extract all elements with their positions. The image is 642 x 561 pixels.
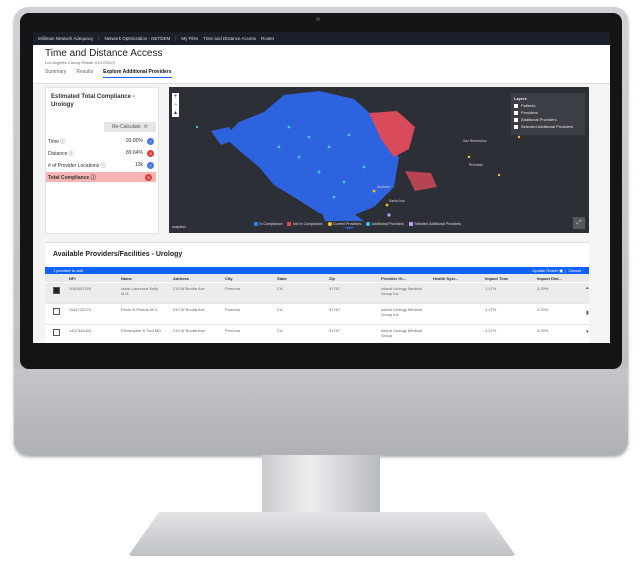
compliance-title: Estimated Total Compliance - Urology xyxy=(51,94,135,108)
row-checkbox[interactable] xyxy=(53,308,60,315)
status-fail-icon: ✕ xyxy=(147,149,154,157)
brand-name: Milliman Network Adequacy xyxy=(38,36,94,41)
map-city-label: Anaheim xyxy=(377,185,391,189)
column-header-city[interactable]: City xyxy=(225,276,233,281)
tab-summary[interactable]: Summary xyxy=(45,69,66,78)
metric-total-compliance: Total Compliance ⓘ ✕ xyxy=(46,172,156,182)
table-row[interactable]: 1154732070 Elmer B Pineda M.D. 210 W Bon… xyxy=(45,304,589,325)
legend-item: Not In Compliance xyxy=(287,222,323,226)
status-fail-icon: ✕ xyxy=(145,173,152,181)
refresh-icon: ⟳ xyxy=(143,124,149,130)
compass-icon[interactable]: ▴ xyxy=(172,109,179,117)
column-header-npi[interactable]: NPI xyxy=(69,276,76,281)
column-header-address[interactable]: Address xyxy=(173,276,189,281)
layer-toggle-providers[interactable]: Providers xyxy=(514,110,582,115)
info-icon[interactable]: ⓘ xyxy=(101,163,106,169)
coverage-map[interactable]: + − ▴ San Bernardino Anaheim Riverside S… xyxy=(169,87,589,233)
checkbox-icon xyxy=(514,110,518,115)
update-roster-button[interactable]: Update Roster ▣ xyxy=(532,268,563,273)
monitor-stand-neck xyxy=(262,455,380,519)
monitor-stand-base xyxy=(128,512,516,556)
fullscreen-icon[interactable]: ⤢ xyxy=(573,217,585,229)
legend-item: Additional Providers xyxy=(366,222,404,226)
info-icon[interactable]: ⓘ xyxy=(91,175,96,181)
page-subtitle: Los Angeles County Roster 01/17/2023 xyxy=(45,60,115,65)
metric-provider-locations: # of Provider Locations ⓘ 13k ✓ xyxy=(48,161,154,169)
nav-time-distance[interactable]: Time and Distance Access xyxy=(203,36,256,41)
selection-bar: 1 provider to add Update Roster ▣ | Canc… xyxy=(45,267,589,274)
mapbox-logo[interactable]: mapbox xyxy=(172,224,186,229)
scroll-down-icon[interactable]: ▾ xyxy=(586,329,590,335)
zoom-controls: + − ▴ xyxy=(172,93,179,117)
map-city-label: San Bernardino xyxy=(463,139,487,143)
column-header-provider-group[interactable]: Provider Gr... xyxy=(381,276,406,281)
selection-count: 1 provider to add xyxy=(53,268,84,273)
layer-toggle-selected-additional[interactable]: Selected Additional Providers xyxy=(514,124,582,129)
top-navigation: Milliman Network Adequacy | Network Opti… xyxy=(33,32,610,45)
page-title: Time and Distance Access xyxy=(45,48,163,59)
row-checkbox[interactable] xyxy=(53,329,60,336)
recalculate-button[interactable]: Re-Calculate ⟳ xyxy=(104,122,156,132)
table-header: NPI Name Address City State Zip Provider… xyxy=(45,274,589,282)
legend-item: In Compliance xyxy=(254,222,282,226)
column-header-state[interactable]: State xyxy=(277,276,287,281)
metric-time: Time ⓘ 93.80% ✓ xyxy=(48,137,154,145)
page-header: Time and Distance Access Los Angeles Cou… xyxy=(33,45,610,84)
column-header-impact-time[interactable]: Impact Time xyxy=(485,276,508,281)
nav-roster[interactable]: Roster xyxy=(261,36,274,41)
map-legend: In Compliance Not In Compliance Current … xyxy=(251,221,464,227)
providers-table-panel: Available Providers/Facilities - Urology… xyxy=(45,242,589,343)
tab-results[interactable]: Results xyxy=(76,69,93,78)
table-row[interactable]: 1083057520 Isaac Laurence Kelly M.D. 210… xyxy=(45,283,589,304)
layers-panel: Layers Patients Providers Additional Pro… xyxy=(511,93,585,135)
map-city-label: Riverside xyxy=(469,163,484,167)
map-city-label: Santa Ana xyxy=(389,199,405,203)
scrollbar-thumb[interactable]: ▮ xyxy=(586,310,590,316)
legend-item: Current Providers xyxy=(327,222,361,226)
scroll-up-icon[interactable]: ▴ xyxy=(586,285,590,291)
zoom-out-button[interactable]: − xyxy=(172,101,179,109)
row-checkbox[interactable] xyxy=(53,287,60,294)
save-icon: ▣ xyxy=(559,268,564,273)
layers-title: Layers xyxy=(514,96,527,101)
column-header-impact-distance[interactable]: Impact Dist... xyxy=(537,276,562,281)
legend-item: Selected Additional Providers xyxy=(408,222,461,226)
checkbox-icon xyxy=(514,124,518,129)
camera-dot xyxy=(316,17,320,21)
zoom-in-button[interactable]: + xyxy=(172,93,179,101)
monitor-chin xyxy=(14,369,628,455)
cancel-button[interactable]: Cancel xyxy=(569,268,581,273)
nav-my-files[interactable]: My Files xyxy=(181,36,198,41)
checkbox-icon xyxy=(514,117,518,122)
table-title: Available Providers/Facilities - Urology xyxy=(53,251,183,258)
column-header-zip[interactable]: Zip xyxy=(329,276,335,281)
layer-toggle-patients[interactable]: Patients xyxy=(514,103,582,108)
app-name[interactable]: Network Optimization - NETDEM xyxy=(104,36,170,41)
app-screen: Milliman Network Adequacy | Network Opti… xyxy=(33,32,610,343)
tab-explore-additional-providers[interactable]: Explore Additional Providers xyxy=(103,69,172,78)
column-header-name[interactable]: Name xyxy=(121,276,132,281)
layer-toggle-additional-providers[interactable]: Additional Providers xyxy=(514,117,582,122)
info-icon[interactable]: ⓘ xyxy=(60,139,65,145)
status-ok-icon: ✓ xyxy=(147,137,154,145)
checkbox-icon xyxy=(514,103,518,108)
metric-distance: Distance ⓘ 89.64% ✕ xyxy=(48,149,154,157)
column-header-health-system[interactable]: Health Syst... xyxy=(433,276,458,281)
info-icon[interactable]: ⓘ xyxy=(69,151,74,157)
status-ok-icon: ✓ xyxy=(147,161,154,169)
tab-bar: Summary Results Explore Additional Provi… xyxy=(45,69,598,78)
table-row[interactable]: 1457344403 Christopher K Tsai MD 210 W B… xyxy=(45,325,589,343)
compliance-panel: Estimated Total Compliance - Urology Re-… xyxy=(45,87,159,234)
